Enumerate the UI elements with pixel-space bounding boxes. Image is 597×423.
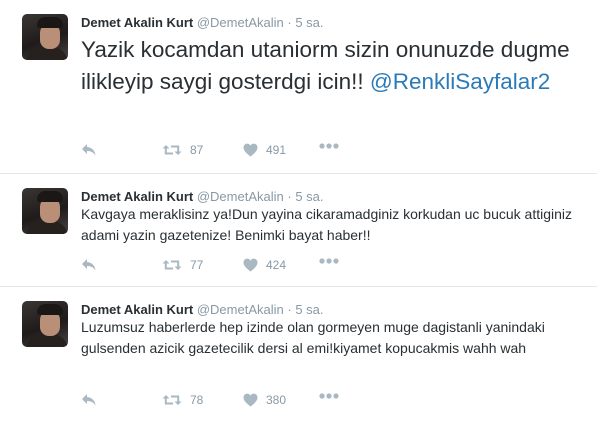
more-button[interactable] xyxy=(319,258,339,264)
retweet-count: 87 xyxy=(190,143,204,157)
retweet-count: 78 xyxy=(190,393,204,407)
like-count: 424 xyxy=(266,258,287,272)
like-button[interactable]: 380 xyxy=(243,393,286,407)
heart-icon xyxy=(243,258,258,272)
reply-button[interactable] xyxy=(81,143,97,157)
retweet-button[interactable]: 77 xyxy=(162,258,203,272)
tweet-item[interactable]: Demet Akalin Kurt @DemetAkalin · 5 sa. Y… xyxy=(0,0,597,174)
tweet-item[interactable]: Demet Akalin Kurt @DemetAkalin · 5 sa. K… xyxy=(0,174,597,287)
retweet-button[interactable]: 78 xyxy=(162,393,203,407)
like-button[interactable]: 491 xyxy=(243,143,286,157)
retweet-count: 77 xyxy=(190,258,204,272)
like-button[interactable]: 424 xyxy=(243,258,286,272)
user-handle[interactable]: @DemetAkalin xyxy=(197,15,284,30)
tweet-header: Demet Akalin Kurt @DemetAkalin · 5 sa. xyxy=(81,15,324,30)
like-count: 491 xyxy=(266,143,287,157)
retweet-button[interactable]: 87 xyxy=(162,143,203,157)
tweet-text: Kavgaya meraklisinz ya!Dun yayina cikara… xyxy=(81,206,573,243)
retweet-icon xyxy=(162,260,182,270)
tweet-timestamp[interactable]: 5 sa. xyxy=(295,15,323,30)
user-name[interactable]: Demet Akalin Kurt xyxy=(81,302,193,317)
tweet-feed: Demet Akalin Kurt @DemetAkalin · 5 sa. Y… xyxy=(0,0,597,423)
heart-icon xyxy=(243,143,258,157)
user-handle[interactable]: @DemetAkalin xyxy=(197,302,284,317)
separator-dot: · xyxy=(287,15,292,30)
tweet-header: Demet Akalin Kurt @DemetAkalin · 5 sa. xyxy=(81,302,324,317)
avatar[interactable] xyxy=(22,14,68,60)
like-count: 380 xyxy=(266,393,287,407)
avatar[interactable] xyxy=(22,301,68,347)
separator-dot: · xyxy=(287,189,292,204)
more-dots-icon xyxy=(319,143,339,149)
retweet-icon xyxy=(162,145,182,155)
more-button[interactable] xyxy=(319,143,339,149)
reply-icon xyxy=(82,394,96,406)
tweet-text: Yazik kocamdan utaniorm sizin onunuzde d… xyxy=(81,34,586,97)
more-button[interactable] xyxy=(319,393,339,399)
avatar[interactable] xyxy=(22,188,68,234)
tweet-text: Luzumsuz haberlerde hep izinde olan gorm… xyxy=(81,319,545,356)
user-name[interactable]: Demet Akalin Kurt xyxy=(81,15,193,30)
user-handle[interactable]: @DemetAkalin xyxy=(197,189,284,204)
retweet-icon xyxy=(162,395,182,405)
reply-button[interactable] xyxy=(81,393,97,407)
tweet-item[interactable]: Demet Akalin Kurt @DemetAkalin · 5 sa. L… xyxy=(0,287,597,423)
heart-icon xyxy=(243,393,258,407)
separator-dot: · xyxy=(287,302,292,317)
user-name[interactable]: Demet Akalin Kurt xyxy=(81,189,193,204)
reply-icon xyxy=(82,144,96,156)
reply-icon xyxy=(82,259,96,271)
more-dots-icon xyxy=(319,393,339,399)
reply-button[interactable] xyxy=(81,258,97,272)
tweet-timestamp[interactable]: 5 sa. xyxy=(295,189,323,204)
tweet-timestamp[interactable]: 5 sa. xyxy=(295,302,323,317)
more-dots-icon xyxy=(319,258,339,264)
mention-link[interactable]: @RenkliSayfalar2 xyxy=(370,69,550,94)
tweet-header: Demet Akalin Kurt @DemetAkalin · 5 sa. xyxy=(81,189,324,204)
